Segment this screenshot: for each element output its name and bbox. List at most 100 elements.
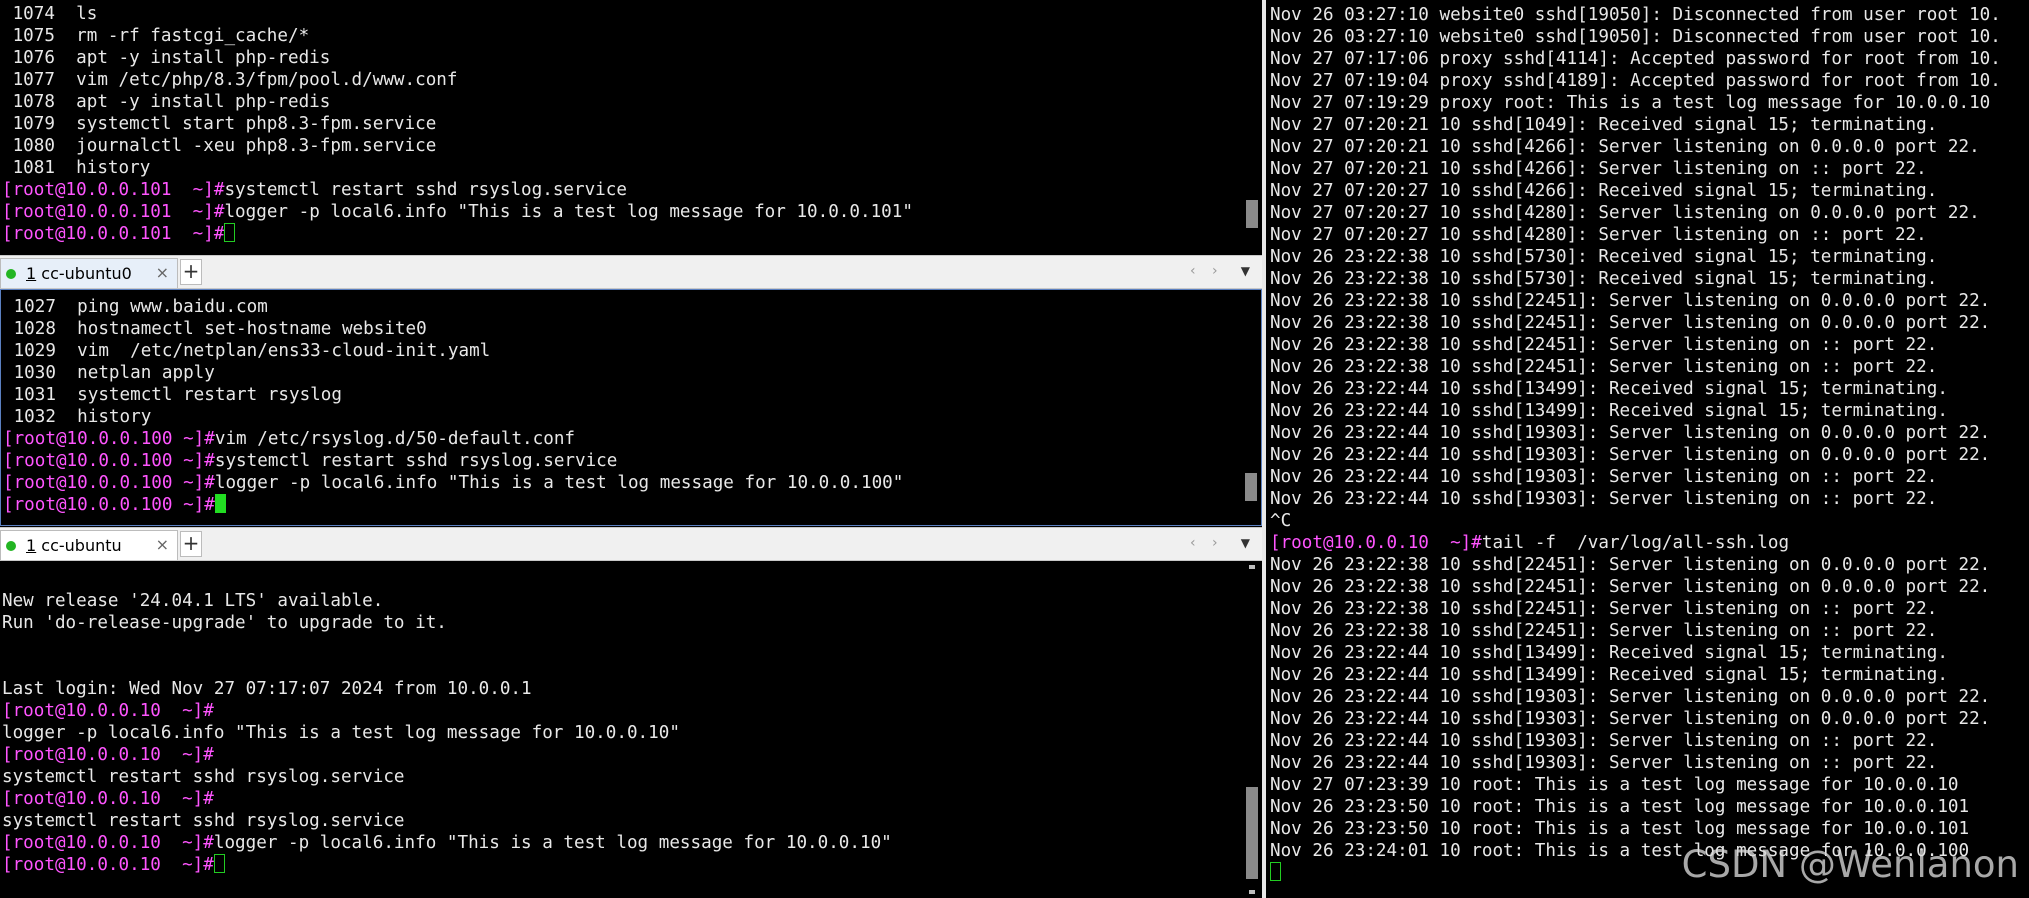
terminal-output[interactable]: 1027 ping www.baidu.com 1028 hostnamectl… (3, 296, 1239, 525)
chevron-left-icon[interactable]: ‹ (1190, 535, 1196, 551)
terminal-line: Nov 26 23:22:38 10 sshd[5730]: Received … (1270, 268, 2029, 290)
terminal-line: Nov 27 07:20:27 10 sshd[4280]: Server li… (1270, 202, 2029, 224)
terminal-output[interactable]: 1074 ls 1075 rm -rf fastcgi_cache/* 1076… (2, 3, 1240, 255)
output-text: Nov 26 23:22:44 10 sshd[19303]: Server l… (1270, 423, 1991, 443)
output-text: 1030 netplan apply (3, 363, 215, 383)
output-text: 1080 journalctl -xeu php8.3-fpm.service (2, 136, 437, 156)
output-text: Nov 26 23:22:38 10 sshd[5730]: Received … (1270, 269, 1938, 289)
output-text: Nov 26 23:22:38 10 sshd[22451]: Server l… (1270, 291, 1991, 311)
scrollbar-thumb[interactable] (1246, 200, 1258, 228)
shell-prompt: [root@10.0.0.10 ~]# (2, 855, 214, 875)
text-cursor (1270, 862, 1281, 881)
text-cursor (214, 494, 226, 513)
text-cursor (213, 854, 225, 873)
output-text: Nov 27 07:20:27 10 sshd[4280]: Server li… (1270, 225, 1927, 245)
new-tab-button[interactable]: + (180, 531, 202, 557)
output-text: systemctl restart sshd rsyslog.service (2, 811, 405, 831)
output-text: 1074 ls (2, 4, 98, 24)
terminal-line: Nov 26 23:22:44 10 sshd[19303]: Server l… (1270, 488, 2029, 510)
scrollbar[interactable] (1242, 561, 1262, 898)
terminal-line: systemctl restart sshd rsyslog.service (2, 766, 1240, 788)
output-text: Nov 26 23:22:44 10 sshd[13499]: Received… (1270, 379, 1948, 399)
terminal-line: [root@10.0.0.10 ~]# (2, 854, 1240, 876)
output-text: Nov 27 07:19:29 proxy root: This is a te… (1270, 93, 1991, 113)
terminal-line: Nov 26 23:22:44 10 sshd[13499]: Received… (1270, 664, 2029, 686)
terminal-line: Nov 26 23:22:38 10 sshd[22451]: Server l… (1270, 356, 2029, 378)
terminal-line: 1081 history (2, 157, 1240, 179)
scrollbar-down-arrow[interactable] (1249, 890, 1255, 894)
terminal-line: [root@10.0.0.10 ~]#tail -f /var/log/all-… (1270, 532, 2029, 554)
connected-status-icon (6, 541, 16, 551)
output-text: 1031 systemctl restart rsyslog (3, 385, 342, 405)
output-text: Nov 27 07:20:27 10 sshd[4280]: Server li… (1270, 203, 1980, 223)
terminal-line: 1075 rm -rf fastcgi_cache/* (2, 25, 1240, 47)
tab-cc-ubuntu0[interactable]: 1 cc-ubuntu0 × (0, 258, 178, 288)
terminal-line: Nov 27 07:20:27 10 sshd[4280]: Server li… (1270, 224, 2029, 246)
terminal-line: [root@10.0.0.100 ~]#systemctl restart ss… (3, 450, 1239, 472)
terminal-line: Nov 26 23:22:38 10 sshd[22451]: Server l… (1270, 598, 2029, 620)
scrollbar[interactable] (1241, 290, 1261, 525)
close-icon[interactable]: × (156, 263, 169, 282)
terminal-line: Nov 26 23:22:38 10 sshd[22451]: Server l… (1270, 620, 2029, 642)
terminal-line: Nov 27 07:20:27 10 sshd[4266]: Received … (1270, 180, 2029, 202)
output-text: Nov 27 07:20:21 10 sshd[4266]: Server li… (1270, 137, 1980, 157)
output-text: Nov 27 07:20:27 10 sshd[4266]: Received … (1270, 181, 1938, 201)
output-text: 1076 apt -y install php-redis (2, 48, 331, 68)
terminal-line: 1029 vim /etc/netplan/ens33-cloud-init.y… (3, 340, 1239, 362)
shell-prompt: [root@10.0.0.100 ~]# (3, 451, 215, 471)
close-icon[interactable]: × (156, 535, 169, 554)
terminal-pane-middle[interactable]: 1027 ping www.baidu.com 1028 hostnamectl… (0, 289, 1262, 526)
terminal-line: Nov 26 23:22:44 10 sshd[19303]: Server l… (1270, 708, 2029, 730)
scrollbar[interactable] (1242, 0, 1262, 255)
terminal-line: 1079 systemctl start php8.3-fpm.service (2, 113, 1240, 135)
shell-prompt: [root@10.0.0.101 ~]# (2, 180, 225, 200)
terminal-line: New release '24.04.1 LTS' available. (2, 590, 1240, 612)
terminal-pane-top[interactable]: 1074 ls 1075 rm -rf fastcgi_cache/* 1076… (0, 0, 1262, 255)
tab-menu-icon[interactable]: ▼ (1241, 264, 1250, 278)
tab-cc-ubuntu[interactable]: 1 cc-ubuntu × (0, 530, 178, 560)
terminal-line: Nov 26 23:22:44 10 sshd[19303]: Server l… (1270, 422, 2029, 444)
terminal-line: Nov 27 07:20:21 10 sshd[4266]: Server li… (1270, 136, 2029, 158)
output-text: Nov 26 23:22:44 10 sshd[19303]: Server l… (1270, 489, 1938, 509)
terminal-pane-bottom[interactable]: New release '24.04.1 LTS' available. Run … (0, 561, 1262, 898)
terminal-pane-right[interactable]: Nov 26 03:27:10 website0 sshd[19050]: Di… (1266, 0, 2029, 898)
terminal-line: systemctl restart sshd rsyslog.service (2, 810, 1240, 832)
terminal-output[interactable]: Nov 26 03:27:10 website0 sshd[19050]: Di… (1270, 4, 2029, 898)
output-text: systemctl restart sshd rsyslog.service (2, 767, 405, 787)
output-text: Nov 26 23:22:44 10 sshd[19303]: Server l… (1270, 709, 1991, 729)
output-text: Nov 27 07:20:21 10 sshd[4266]: Server li… (1270, 159, 1927, 179)
tab-menu-icon[interactable]: ▼ (1241, 536, 1250, 550)
terminal-line: [root@10.0.0.10 ~]# (2, 744, 1240, 766)
chevron-left-icon[interactable]: ‹ (1190, 263, 1196, 279)
output-text: Nov 27 07:17:06 proxy sshd[4114]: Accept… (1270, 49, 2001, 69)
output-text: Nov 26 03:27:10 website0 sshd[19050]: Di… (1270, 5, 2001, 25)
terminal-output[interactable]: New release '24.04.1 LTS' available. Run … (2, 568, 1240, 898)
shell-prompt: [root@10.0.0.10 ~]# (2, 745, 214, 765)
command-text: systemctl restart sshd rsyslog.service (224, 180, 627, 200)
output-text: Nov 26 23:22:44 10 sshd[13499]: Received… (1270, 665, 1948, 685)
tab-label: 1 cc-ubuntu (26, 536, 122, 555)
command-text: vim /etc/rsyslog.d/50-default.conf (214, 429, 575, 449)
terminal-line: logger -p local6.info "This is a test lo… (2, 722, 1240, 744)
scrollbar-thumb[interactable] (1245, 473, 1257, 501)
output-text: 1029 vim /etc/netplan/ens33-cloud-init.y… (3, 341, 491, 361)
output-text: Nov 26 23:22:44 10 sshd[13499]: Received… (1270, 401, 1948, 421)
new-tab-button[interactable]: + (180, 259, 202, 285)
terminal-line: 1027 ping www.baidu.com (3, 296, 1239, 318)
output-text: 1077 vim /etc/php/8.3/fpm/pool.d/www.con… (2, 70, 458, 90)
terminal-line: Nov 26 23:22:44 10 sshd[13499]: Received… (1270, 642, 2029, 664)
chevron-right-icon[interactable]: › (1212, 263, 1218, 279)
terminal-line: 1076 apt -y install php-redis (2, 47, 1240, 69)
output-text: ^C (1270, 511, 1292, 531)
output-text: Nov 26 23:22:38 10 sshd[22451]: Server l… (1270, 357, 1938, 377)
output-text: Nov 26 23:23:50 10 root: This is a test … (1270, 797, 1970, 817)
chevron-right-icon[interactable]: › (1212, 535, 1218, 551)
terminal-line: Nov 26 23:22:44 10 sshd[19303]: Server l… (1270, 686, 2029, 708)
terminal-line: 1074 ls (2, 3, 1240, 25)
scrollbar-thumb[interactable] (1246, 787, 1258, 879)
output-text: Nov 26 23:22:38 10 sshd[22451]: Server l… (1270, 621, 1938, 641)
scrollbar-up-arrow[interactable] (1249, 565, 1255, 569)
terminal-line: [root@10.0.0.100 ~]#vim /etc/rsyslog.d/5… (3, 428, 1239, 450)
output-text: Run 'do-release-upgrade' to upgrade to i… (2, 613, 447, 633)
